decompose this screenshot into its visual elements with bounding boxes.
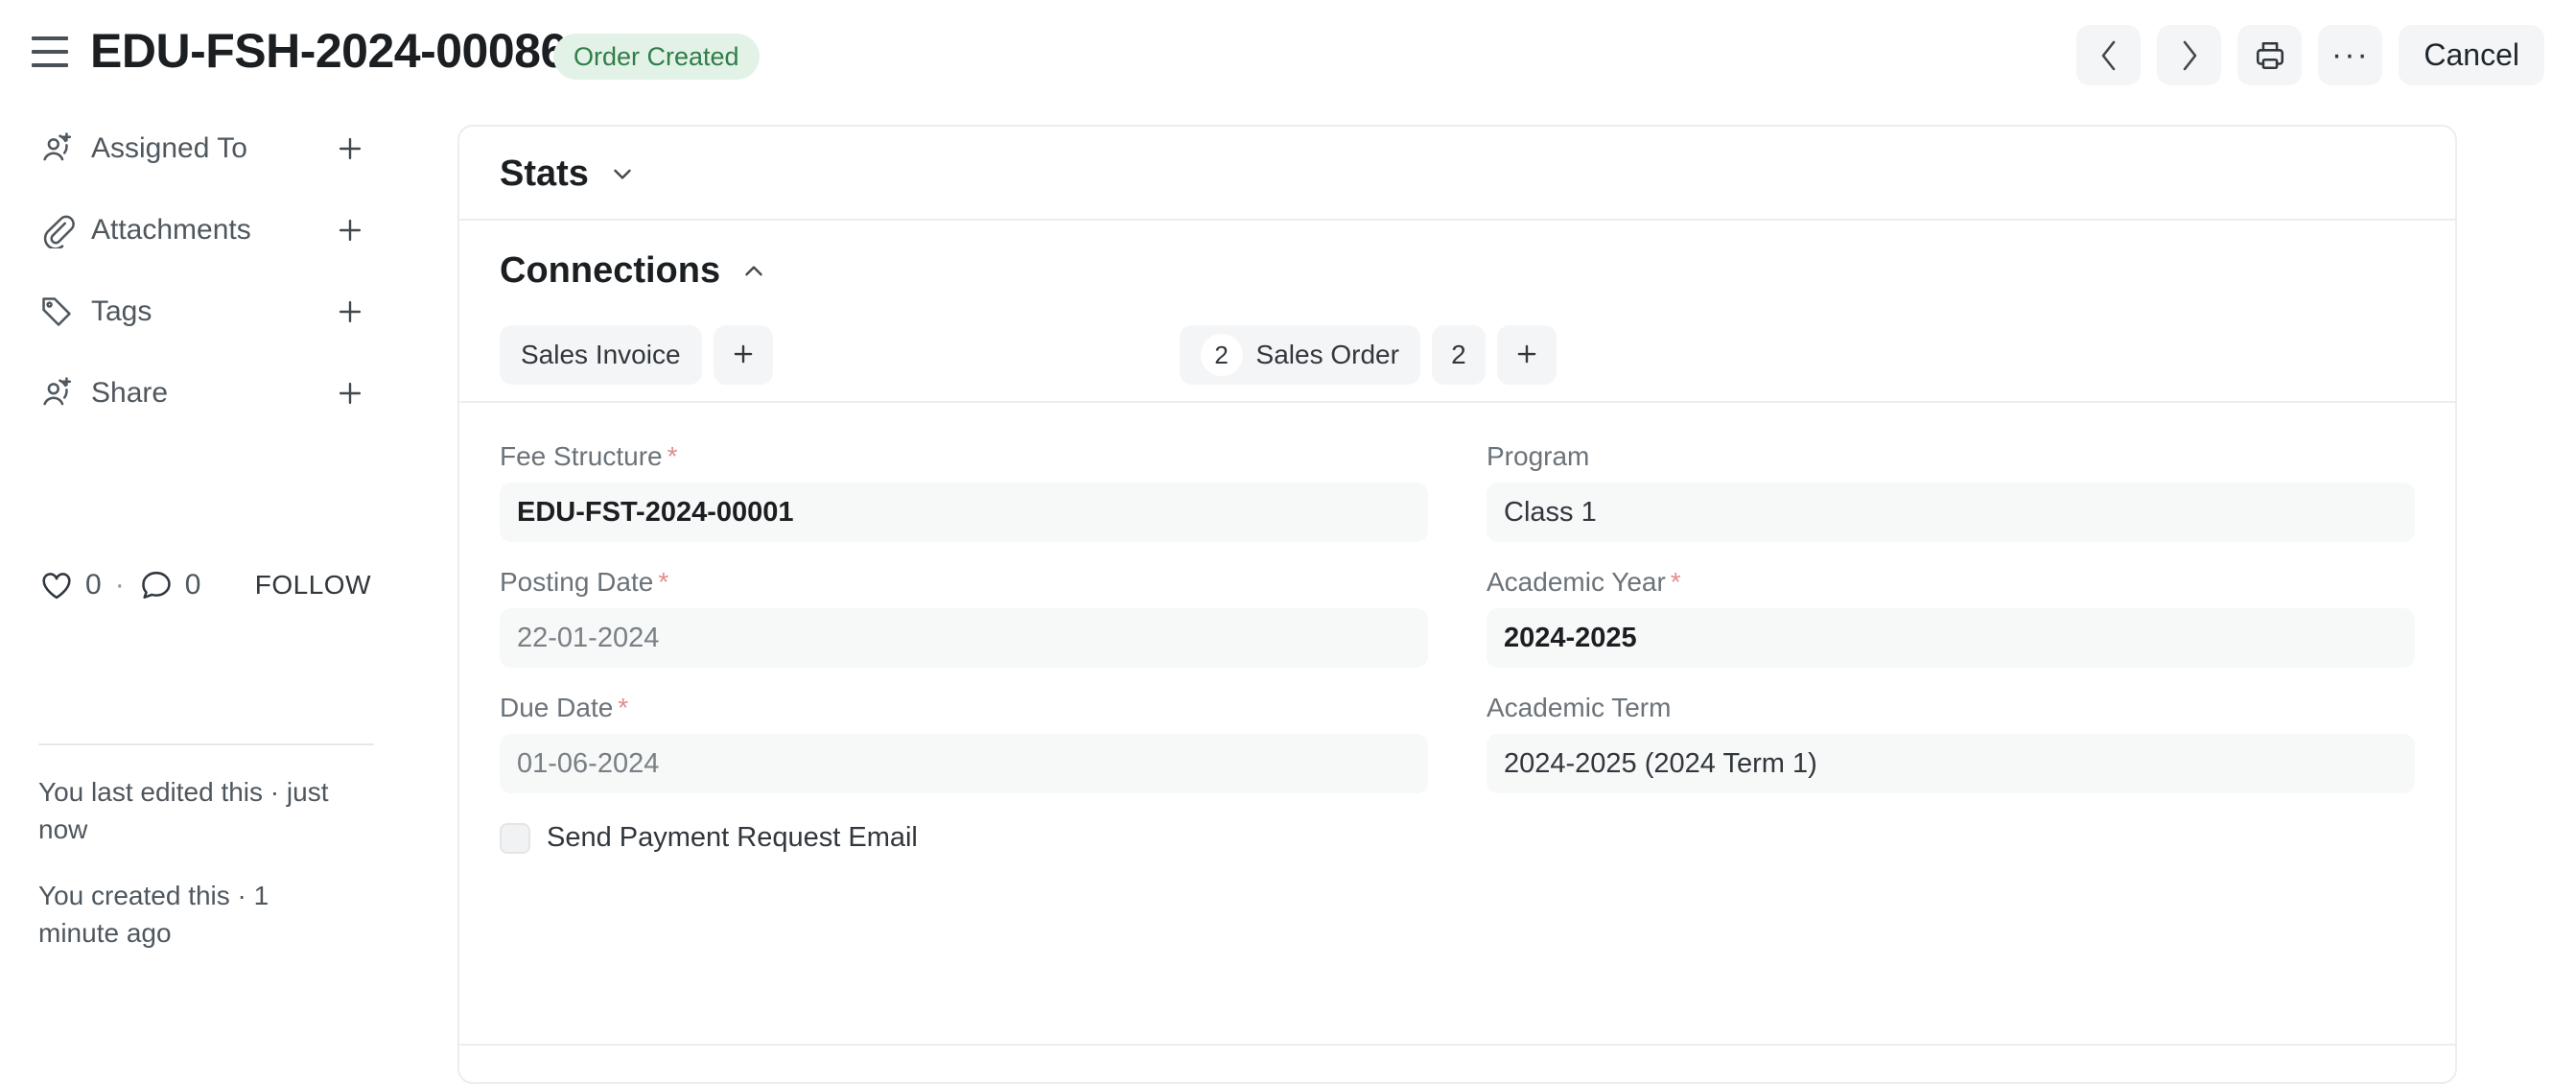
add-assigned-to-button[interactable] xyxy=(334,132,366,165)
sales-order-label: Sales Order xyxy=(1256,340,1399,370)
created-text: You created this · 1 minute ago xyxy=(38,878,345,952)
print-button[interactable] xyxy=(2237,25,2302,85)
stats-section-header[interactable]: Stats xyxy=(459,127,2455,221)
sales-invoice-label: Sales Invoice xyxy=(521,340,681,370)
user-plus-icon xyxy=(38,375,75,412)
field-label: Program xyxy=(1487,441,2415,472)
chevron-down-icon[interactable] xyxy=(608,159,637,188)
cancel-button[interactable]: Cancel xyxy=(2399,25,2544,85)
sales-order-chip[interactable]: 2 Sales Order xyxy=(1180,325,1420,385)
sidebar-item-label: Attachments xyxy=(91,214,251,247)
form-section: Fee Structure* EDU-FST-2024-00001 Progra… xyxy=(459,403,2455,798)
connections-title: Connections xyxy=(500,250,720,292)
connections-section: Connections Sales Invoice 2 Sales Order … xyxy=(459,221,2455,403)
required-marker: * xyxy=(1671,567,1681,597)
sidebar: Assigned To Attachments Tags xyxy=(0,120,412,446)
fee-structure-input[interactable]: EDU-FST-2024-00001 xyxy=(500,483,1428,542)
connections-chips: Sales Invoice 2 Sales Order 2 xyxy=(459,325,2455,385)
send-payment-request-email-row[interactable]: Send Payment Request Email xyxy=(500,822,2415,854)
sales-invoice-chip[interactable]: Sales Invoice xyxy=(500,325,702,385)
document-card: Stats Connections Sales Invoice xyxy=(457,125,2457,1084)
add-sales-invoice-button[interactable] xyxy=(714,325,773,385)
comment-count: 0 xyxy=(185,569,201,601)
heart-icon[interactable] xyxy=(38,567,75,603)
tag-icon xyxy=(38,294,75,330)
hamburger-bar xyxy=(32,50,68,54)
add-tag-button[interactable] xyxy=(334,295,366,328)
add-sales-order-button[interactable] xyxy=(1497,325,1557,385)
due-date-input[interactable]: 01-06-2024 xyxy=(500,734,1428,793)
chevron-right-icon xyxy=(2180,39,2199,72)
posting-date-input[interactable]: 22-01-2024 xyxy=(500,608,1428,668)
hamburger-icon[interactable] xyxy=(32,36,68,67)
top-bar: EDU-FSH-2024-00086 Order Created xyxy=(0,0,2576,110)
add-attachment-button[interactable] xyxy=(334,214,366,247)
stats-title: Stats xyxy=(500,153,589,195)
required-marker: * xyxy=(667,441,678,471)
hamburger-bar xyxy=(32,36,68,40)
form-grid: Fee Structure* EDU-FST-2024-00001 Progra… xyxy=(500,441,2415,793)
field-label: Due Date* xyxy=(500,693,1428,723)
previous-document-button[interactable] xyxy=(2076,25,2141,85)
send-payment-request-email-checkbox[interactable] xyxy=(500,823,530,854)
paperclip-icon xyxy=(38,212,75,248)
sidebar-item-assigned-to[interactable]: Assigned To xyxy=(38,120,376,177)
required-marker: * xyxy=(658,567,668,597)
status-badge: Order Created xyxy=(553,34,760,80)
printer-icon xyxy=(2254,39,2286,72)
send-payment-request-email-label: Send Payment Request Email xyxy=(547,822,918,854)
more-options-button[interactable]: ··· xyxy=(2318,25,2382,85)
chevron-up-icon[interactable] xyxy=(739,257,768,286)
comment-icon[interactable] xyxy=(138,567,175,603)
academic-year-input[interactable]: 2024-2025 xyxy=(1487,608,2415,668)
label-text: Fee Structure xyxy=(500,441,663,471)
field-label: Posting Date* xyxy=(500,567,1428,598)
field-academic-term: Academic Term 2024-2025 (2024 Term 1) xyxy=(1487,693,2415,793)
plus-icon xyxy=(1512,340,1541,371)
field-label: Academic Year* xyxy=(1487,567,2415,598)
ellipsis-icon: ··· xyxy=(2331,49,2370,62)
label-text: Posting Date xyxy=(500,567,653,597)
sales-order-badge: 2 xyxy=(1201,334,1243,376)
last-edited-text: You last edited this · just now xyxy=(38,774,345,848)
field-program: Program Class 1 xyxy=(1487,441,2415,542)
field-posting-date: Posting Date* 22-01-2024 xyxy=(500,567,1428,668)
sidebar-divider xyxy=(38,743,374,745)
required-marker: * xyxy=(618,693,628,722)
page-title: EDU-FSH-2024-00086 xyxy=(90,23,567,79)
field-label: Academic Term xyxy=(1487,693,2415,723)
plus-icon xyxy=(729,340,758,371)
sidebar-item-attachments[interactable]: Attachments xyxy=(38,201,376,259)
program-input[interactable]: Class 1 xyxy=(1487,483,2415,542)
field-label: Fee Structure* xyxy=(500,441,1428,472)
next-document-button[interactable] xyxy=(2157,25,2221,85)
academic-term-input[interactable]: 2024-2025 (2024 Term 1) xyxy=(1487,734,2415,793)
user-plus-icon xyxy=(38,130,75,167)
label-text: Due Date xyxy=(500,693,613,722)
add-share-button[interactable] xyxy=(334,377,366,410)
social-actions: 0 · 0 FOLLOW xyxy=(38,556,374,614)
sales-order-count-chip[interactable]: 2 xyxy=(1432,325,1486,385)
field-academic-year: Academic Year* 2024-2025 xyxy=(1487,567,2415,668)
field-fee-structure: Fee Structure* EDU-FST-2024-00001 xyxy=(500,441,1428,542)
separator-dot: · xyxy=(115,569,125,601)
field-due-date: Due Date* 01-06-2024 xyxy=(500,693,1428,793)
toolbar-actions: ··· Cancel xyxy=(2076,25,2544,85)
chevron-left-icon xyxy=(2099,39,2119,72)
connections-section-header[interactable]: Connections xyxy=(459,221,2455,312)
sidebar-item-label: Assigned To xyxy=(91,132,247,165)
card-bottom-divider xyxy=(459,1044,2455,1046)
stats-section: Stats xyxy=(459,127,2455,221)
sidebar-item-tags[interactable]: Tags xyxy=(38,283,376,341)
sidebar-item-share[interactable]: Share xyxy=(38,365,376,422)
sidebar-item-label: Share xyxy=(91,377,168,410)
like-count: 0 xyxy=(85,569,102,601)
label-text: Academic Year xyxy=(1487,567,1666,597)
follow-button[interactable]: FOLLOW xyxy=(255,570,371,601)
sidebar-item-label: Tags xyxy=(91,295,152,328)
hamburger-bar xyxy=(32,63,68,67)
